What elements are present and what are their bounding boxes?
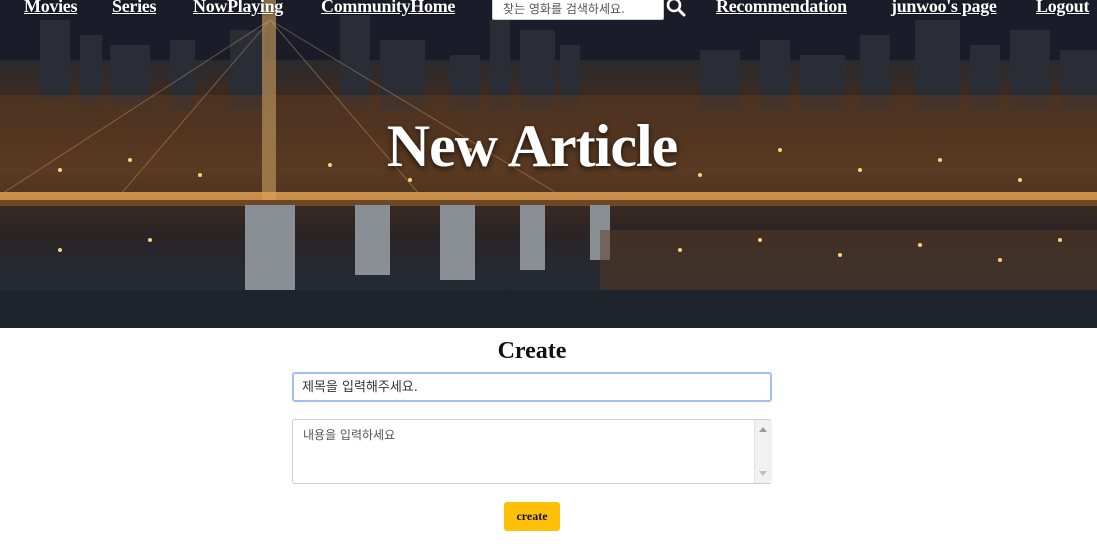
scroll-down-arrow-icon[interactable] [759,471,767,476]
nav-profile[interactable]: junwoo's page [891,0,997,17]
nav-communityhome[interactable]: CommunityHome [321,0,455,17]
nav-logout[interactable]: Logout [1036,0,1090,17]
nav-movies[interactable]: Movies [24,0,77,17]
hero-banner: Movies Series NowPlaying CommunityHome R… [0,0,1097,328]
nav-series[interactable]: Series [112,0,156,17]
top-nav: Movies Series NowPlaying CommunityHome R… [0,0,1097,22]
nav-nowplaying[interactable]: NowPlaying [193,0,283,17]
search-input[interactable] [492,0,664,20]
textarea-scrollbar[interactable] [754,420,772,483]
nav-recommendation[interactable]: Recommendation [716,0,847,17]
form-heading: Create [497,338,567,364]
page-title: New Article [386,113,679,179]
create-button[interactable]: create [504,502,560,531]
search-icon[interactable] [666,0,686,17]
title-input[interactable] [292,372,772,402]
scroll-up-arrow-icon[interactable] [759,427,767,432]
content-textarea[interactable] [292,419,772,484]
